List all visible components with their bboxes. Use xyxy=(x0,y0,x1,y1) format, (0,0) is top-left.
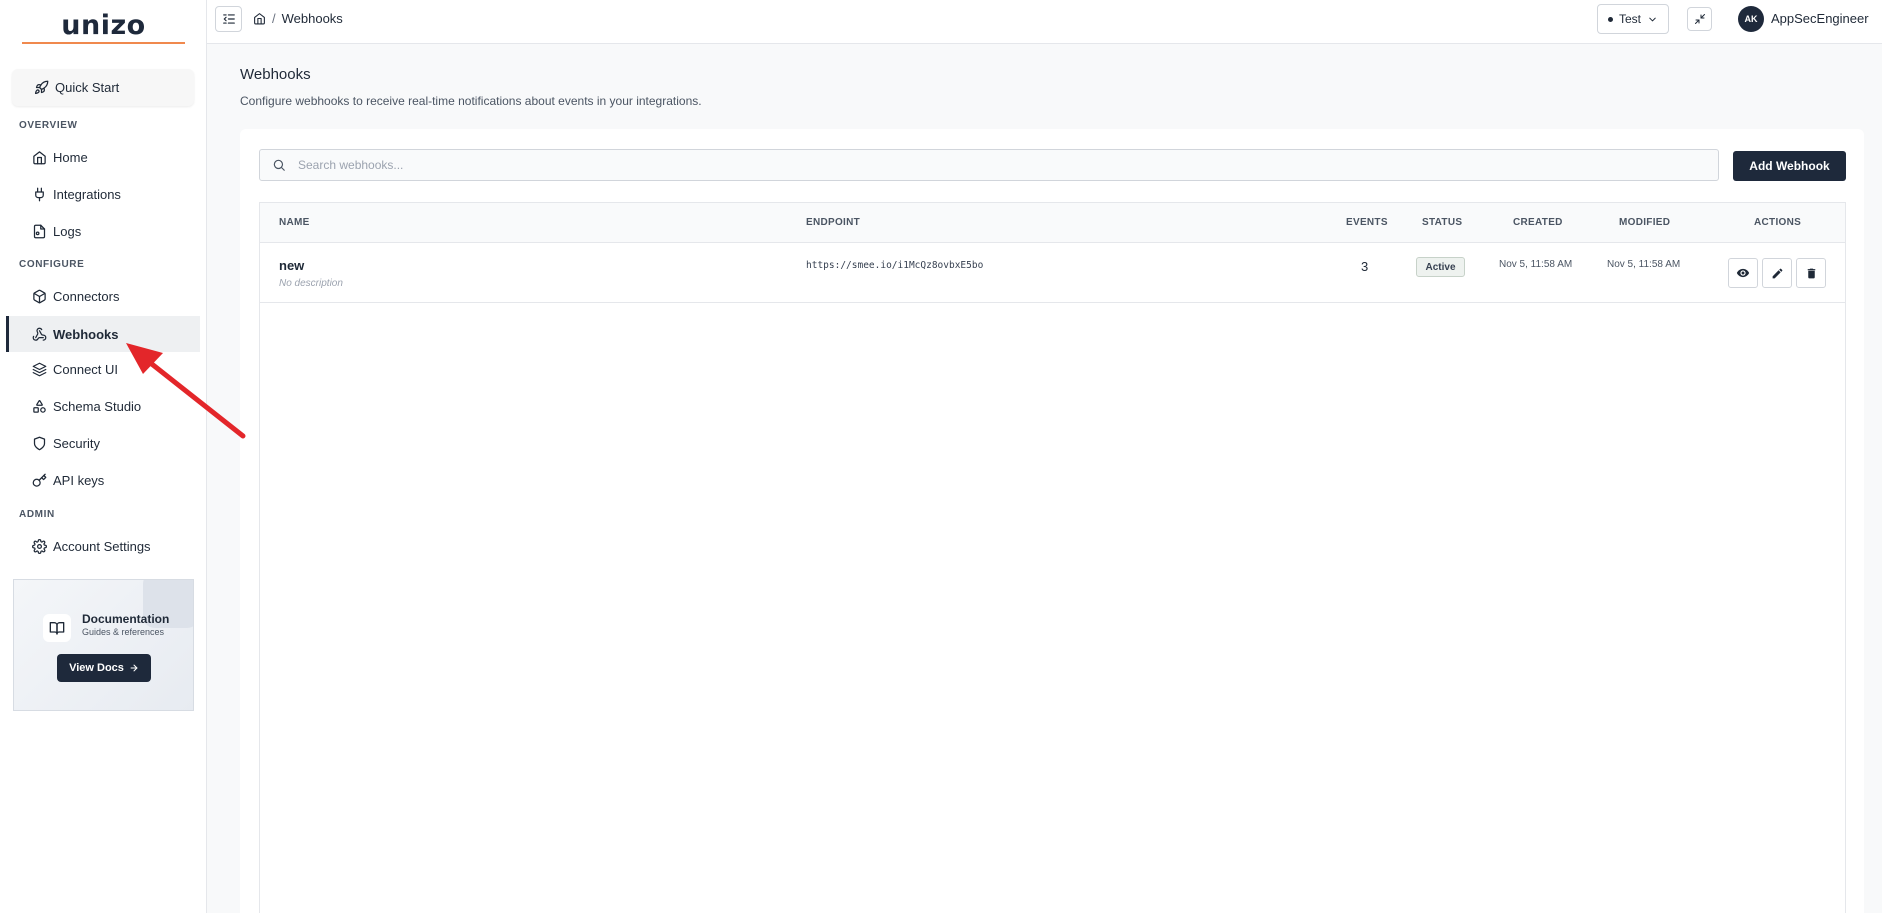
webhook-endpoint: https://smee.io/i1McQz8ovbxE5bo xyxy=(806,260,984,271)
search-bar[interactable] xyxy=(259,149,1719,181)
quick-start-button[interactable]: Quick Start xyxy=(12,69,194,106)
sidebar-item-label: Integrations xyxy=(53,186,121,202)
page-title: Webhooks xyxy=(240,66,311,83)
column-header-created: CREATED xyxy=(1513,217,1563,228)
sidebar-item-label: Home xyxy=(53,149,88,165)
page-description: Configure webhooks to receive real-time … xyxy=(240,94,702,108)
documentation-title: Documentation xyxy=(82,612,170,626)
sidebar-item-webhooks[interactable]: Webhooks xyxy=(6,316,200,352)
sidebar-item-label: Account Settings xyxy=(53,538,151,554)
webhook-name: new xyxy=(279,258,305,273)
sidebar-item-schema-studio[interactable]: Schema Studio xyxy=(6,388,200,424)
add-webhook-button[interactable]: Add Webhook xyxy=(1733,151,1846,181)
home-icon xyxy=(33,150,46,164)
sidebar-item-label: Security xyxy=(53,435,100,451)
sidebar-item-label: Webhooks xyxy=(53,326,119,342)
chevron-down-icon xyxy=(1649,17,1656,21)
sidebar-item-home[interactable]: Home xyxy=(6,139,200,175)
column-header-modified: MODIFIED xyxy=(1619,217,1671,228)
gear-icon xyxy=(32,538,47,554)
sidebar-toggle-button[interactable] xyxy=(215,6,242,32)
environment-select[interactable]: Test xyxy=(1597,4,1669,34)
file-log-icon xyxy=(33,224,46,238)
breadcrumb-separator: / xyxy=(272,11,276,26)
webhook-icon xyxy=(32,327,47,341)
top-header: / Webhooks Test AK AppSecEngineer xyxy=(207,0,1882,44)
avatar-initials: AK xyxy=(1744,14,1758,24)
breadcrumb: / Webhooks xyxy=(253,11,343,26)
trash-icon xyxy=(1807,268,1815,278)
view-webhook-button[interactable] xyxy=(1728,258,1758,288)
rocket-icon xyxy=(34,80,49,95)
table-header: NAME ENDPOINT EVENTS STATUS CREATED MODI… xyxy=(260,203,1845,243)
sidebar-item-api-keys[interactable]: API keys xyxy=(6,462,200,498)
sidebar-item-label: Connectors xyxy=(53,288,120,304)
menu-collapse-icon xyxy=(222,14,235,24)
webhooks-table: NAME ENDPOINT EVENTS STATUS CREATED MODI… xyxy=(259,202,1846,913)
pencil-icon xyxy=(1772,268,1782,278)
home-icon[interactable] xyxy=(253,12,266,25)
user-name[interactable]: AppSecEngineer xyxy=(1771,11,1869,26)
webhook-events-count: 3 xyxy=(1361,259,1369,274)
shapes-icon xyxy=(33,399,46,413)
sidebar-item-account-settings[interactable]: Account Settings xyxy=(6,528,200,564)
column-header-name: NAME xyxy=(279,217,310,228)
layers-icon xyxy=(32,362,47,376)
avatar[interactable]: AK xyxy=(1738,6,1764,32)
column-header-events: EVENTS xyxy=(1346,217,1388,228)
quick-start-label: Quick Start xyxy=(55,80,120,95)
sidebar-item-connect-ui[interactable]: Connect UI xyxy=(6,351,200,387)
minimize-icon xyxy=(1694,14,1705,24)
webhook-created: Nov 5, 11:58 AM xyxy=(1499,259,1573,270)
webhook-description: No description xyxy=(279,278,343,289)
column-header-actions: ACTIONS xyxy=(1754,217,1802,228)
unizo-logo[interactable]: unizo xyxy=(22,8,185,44)
sidebar-item-label: API keys xyxy=(53,472,105,488)
table-row[interactable]: new No description https://smee.io/i1McQ… xyxy=(260,243,1845,303)
section-overview: OVERVIEW xyxy=(19,120,78,131)
book-open-icon xyxy=(43,614,71,642)
sidebar-item-connectors[interactable]: Connectors xyxy=(6,278,200,314)
sidebar-item-label: Schema Studio xyxy=(53,398,142,414)
search-input[interactable] xyxy=(298,158,1678,172)
breadcrumb-current: Webhooks xyxy=(281,11,343,26)
shield-icon xyxy=(33,436,46,450)
column-header-endpoint: ENDPOINT xyxy=(806,217,861,228)
delete-webhook-button[interactable] xyxy=(1796,258,1826,288)
sidebar-item-logs[interactable]: Logs xyxy=(6,213,200,249)
key-icon xyxy=(32,473,47,487)
environment-label: Test xyxy=(1619,12,1642,26)
status-badge: Active xyxy=(1416,257,1465,277)
logo-text: unizo xyxy=(61,9,146,41)
plug-icon xyxy=(35,187,44,201)
sidebar-item-label: Logs xyxy=(53,223,82,239)
search-icon xyxy=(273,159,285,171)
edit-webhook-button[interactable] xyxy=(1762,258,1792,288)
webhook-modified: Nov 5, 11:58 AM xyxy=(1607,259,1681,270)
section-admin: ADMIN xyxy=(19,509,55,520)
eye-icon xyxy=(1736,268,1750,278)
sidebar-item-label: Connect UI xyxy=(53,361,119,377)
sidebar-item-security[interactable]: Security xyxy=(6,425,200,461)
view-docs-label: View Docs xyxy=(69,662,124,674)
documentation-card: Documentation Guides & references View D… xyxy=(13,579,194,711)
column-header-status: STATUS xyxy=(1422,217,1463,228)
box-icon xyxy=(33,289,46,303)
arrow-right-icon xyxy=(130,664,138,672)
environment-dot xyxy=(1608,16,1613,22)
fullscreen-button[interactable] xyxy=(1687,7,1712,31)
sidebar-item-integrations[interactable]: Integrations xyxy=(6,176,200,212)
sidebar: unizo Quick Start OVERVIEW Home Integrat… xyxy=(0,0,207,913)
view-docs-button[interactable]: View Docs xyxy=(57,654,151,682)
documentation-subtitle: Guides & references xyxy=(82,627,165,637)
section-configure: CONFIGURE xyxy=(19,259,85,270)
